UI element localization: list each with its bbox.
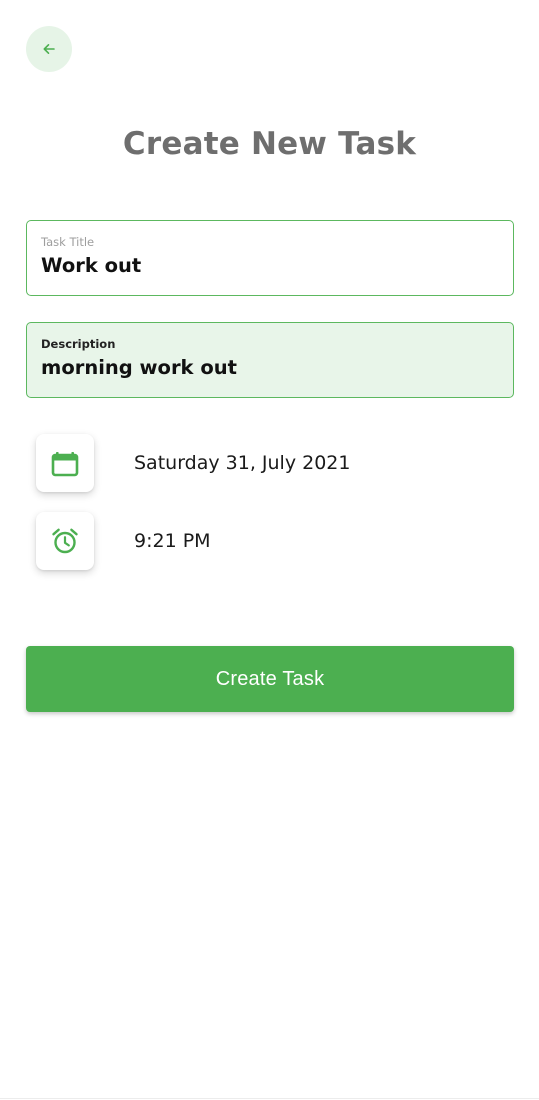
arrow-left-icon <box>43 44 55 54</box>
description-input[interactable]: morning work out <box>41 355 499 381</box>
description-field[interactable]: Description morning work out <box>26 322 514 398</box>
description-label: Description <box>41 337 116 351</box>
task-title-field[interactable]: Task Title Work out <box>26 220 514 296</box>
create-task-label: Create Task <box>215 667 325 690</box>
task-title-input[interactable]: Work out <box>41 253 499 279</box>
bottom-divider <box>0 1098 539 1099</box>
page-title: Create New Task <box>122 126 417 162</box>
date-picker-row[interactable]: Saturday 31, July 2021 <box>36 434 514 492</box>
date-value: Saturday 31, July 2021 <box>134 452 351 474</box>
calendar-icon <box>51 452 79 477</box>
create-task-button[interactable]: Create Task <box>26 646 514 712</box>
date-picker-button[interactable] <box>36 434 94 492</box>
time-picker-row[interactable]: 9:21 PM <box>36 512 514 570</box>
time-picker-button[interactable] <box>36 512 94 570</box>
alarm-clock-icon <box>52 528 78 554</box>
back-button[interactable] <box>26 26 72 72</box>
task-title-label: Task Title <box>41 235 95 249</box>
time-value: 9:21 PM <box>134 530 211 552</box>
